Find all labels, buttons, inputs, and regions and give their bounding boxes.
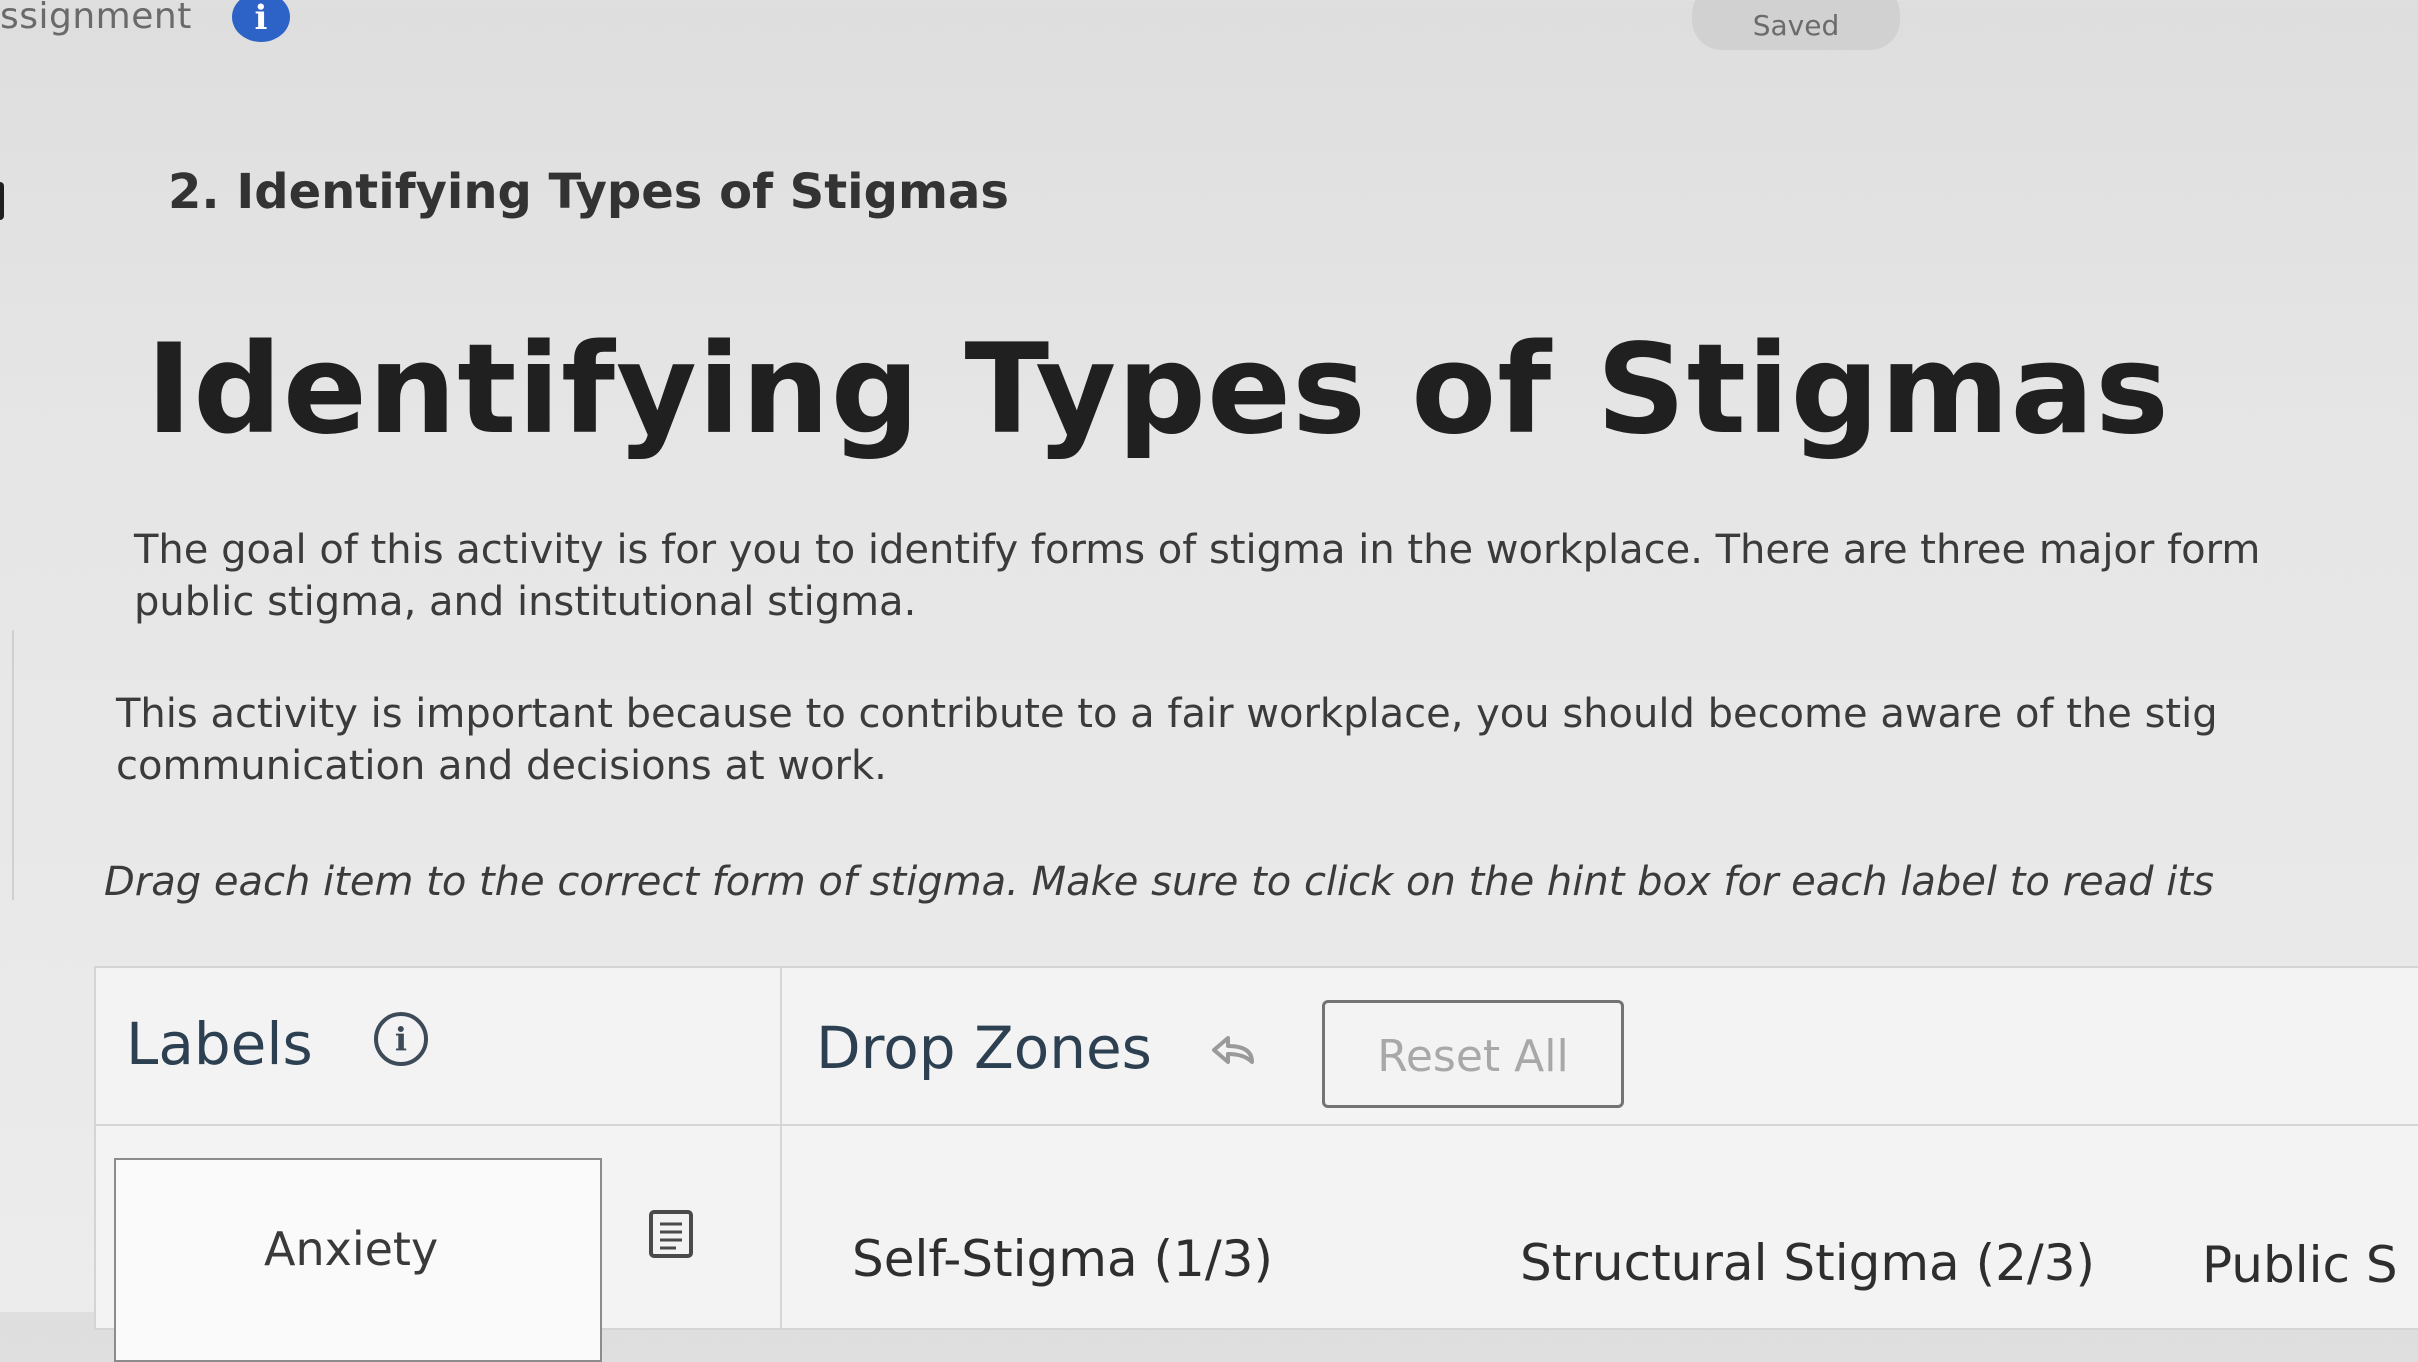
saved-status-badge: Saved — [1692, 0, 1900, 50]
page-title: Identifying Types of Stigmas — [146, 318, 2170, 462]
drag-drop-activity: Labels i Drop Zones Reset All Anxiety Se… — [94, 966, 2418, 1362]
intro-paragraph: The goal of this activity is for you to … — [134, 524, 2260, 628]
top-bar: ssignment i Saved — [0, 0, 2418, 70]
importance-paragraph: This activity is important because to co… — [116, 688, 2218, 792]
intro-paragraph-line: The goal of this activity is for you to … — [134, 527, 2261, 573]
drop-zones-heading: Drop Zones — [816, 1014, 1152, 1082]
undo-arrow-icon[interactable] — [1208, 1030, 1264, 1074]
importance-paragraph-line: This activity is important because to co… — [116, 691, 2218, 737]
question-title: 2. Identifying Types of Stigmas — [168, 164, 1009, 220]
drop-zone-structural-stigma[interactable]: Structural Stigma (2/3) — [1520, 1234, 2095, 1292]
drop-zone-public-stigma[interactable]: Public S — [2202, 1236, 2398, 1294]
reset-all-button[interactable]: Reset All — [1322, 1000, 1624, 1108]
hint-document-icon[interactable] — [646, 1208, 696, 1260]
label-card-text: Anxiety — [264, 1222, 439, 1276]
labels-heading: Labels — [126, 1010, 313, 1078]
assignment-title: ssignment — [0, 0, 192, 37]
side-marker — [0, 182, 4, 220]
row-divider — [96, 1124, 2418, 1126]
instructions-text: Drag each item to the correct form of st… — [104, 859, 2214, 905]
column-divider — [780, 968, 782, 1328]
intro-paragraph-line: public stigma, and institutional stigma. — [134, 579, 917, 625]
drop-zone-self-stigma[interactable]: Self-Stigma (1/3) — [852, 1230, 1273, 1288]
label-card-anxiety[interactable]: Anxiety — [114, 1158, 602, 1362]
importance-paragraph-line: communication and decisions at work. — [116, 743, 887, 789]
info-icon[interactable]: i — [232, 0, 290, 42]
labels-info-icon[interactable]: i — [374, 1012, 428, 1066]
edge-divider — [12, 630, 14, 900]
